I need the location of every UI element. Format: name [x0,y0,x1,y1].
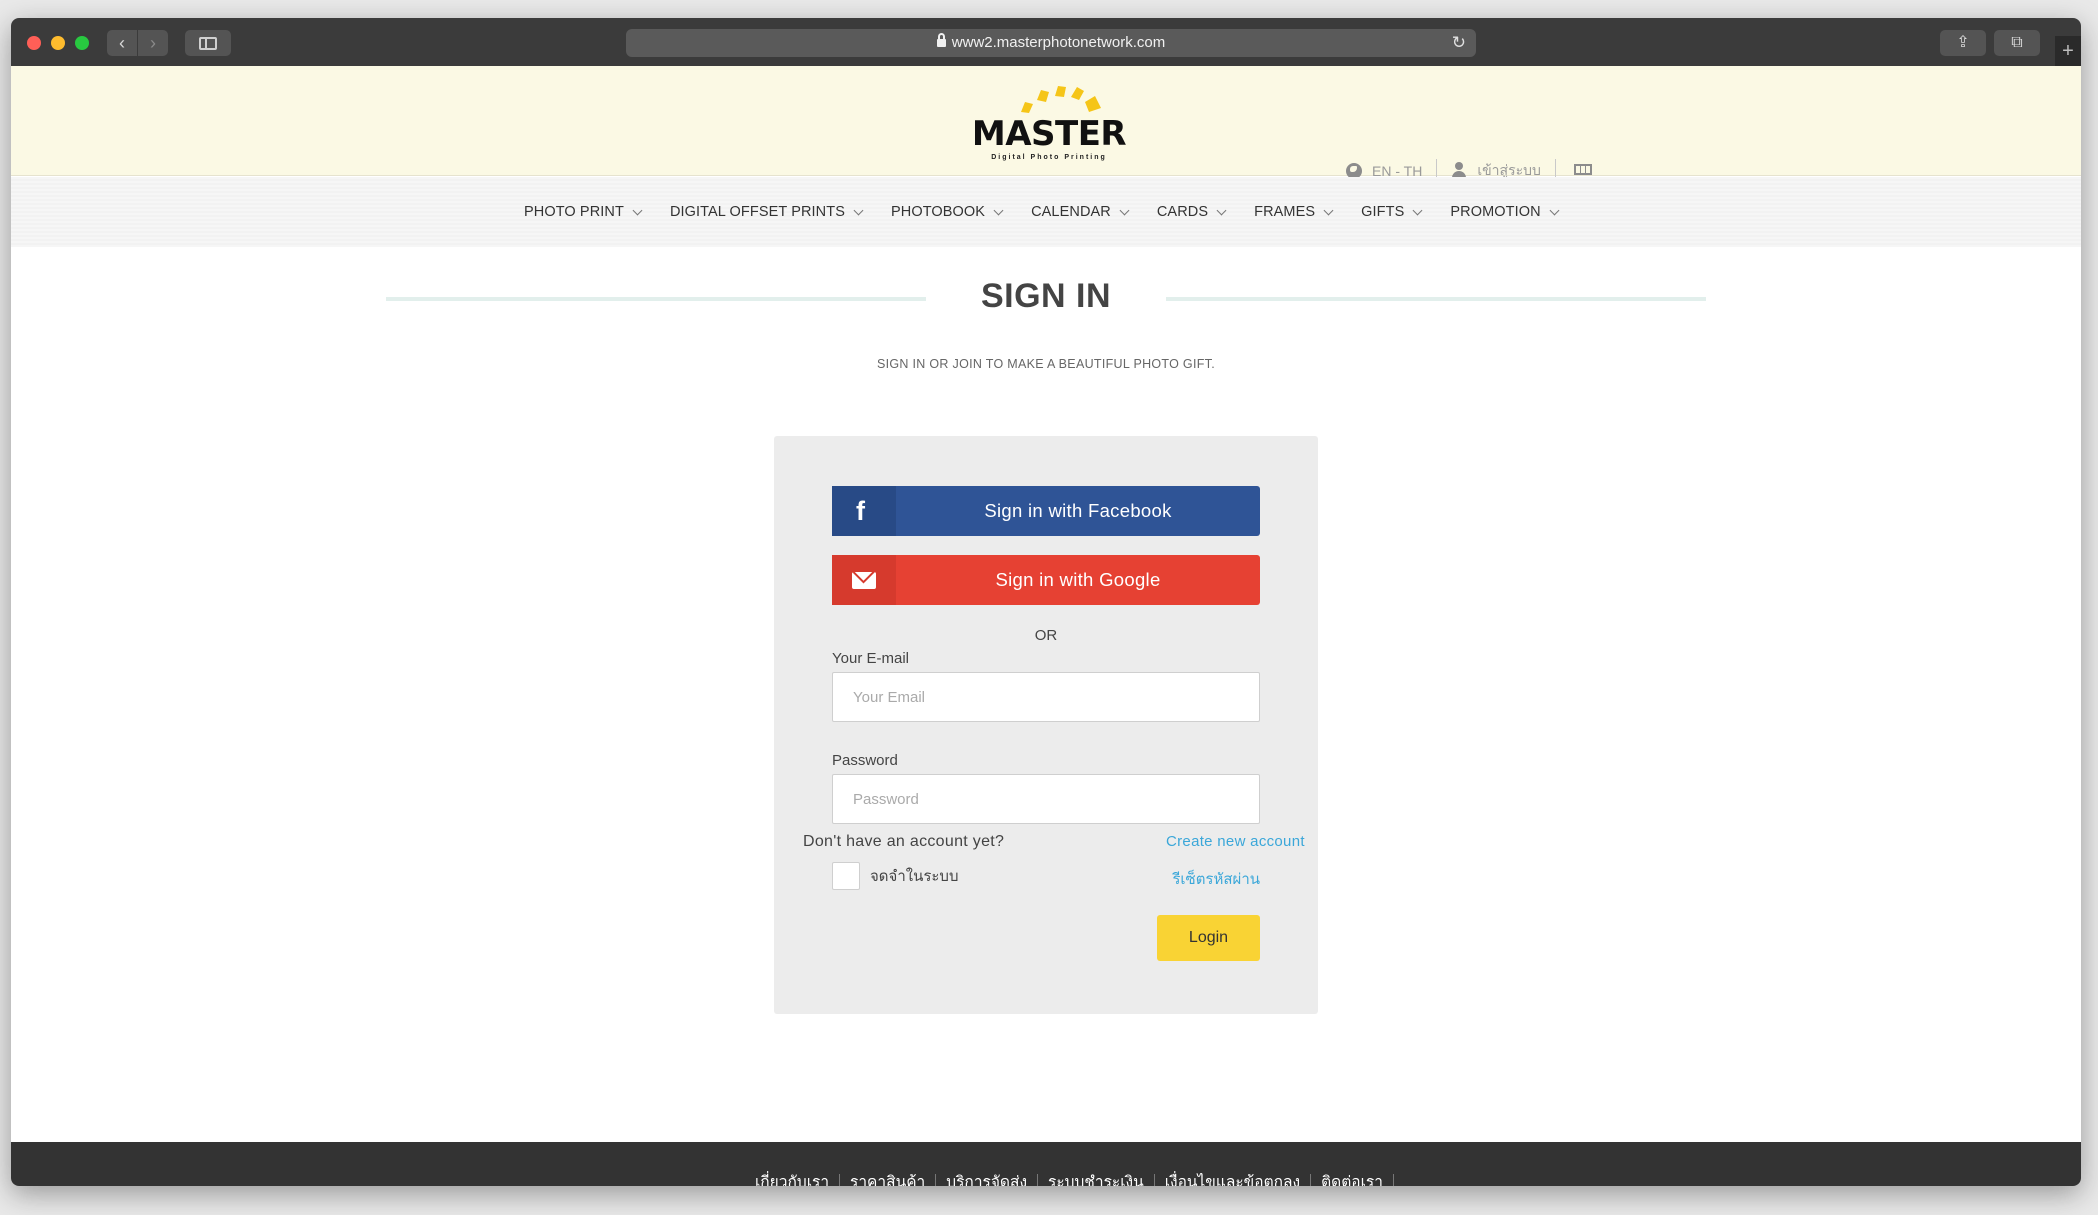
chevron-down-icon [1412,205,1423,215]
email-field[interactable] [832,672,1260,722]
google-signin-button[interactable]: Sign in with Google [832,555,1260,605]
password-label: Password [832,752,898,769]
chevron-down-icon [853,205,864,215]
browser-window: ‹ › www2.masterphotonetwork.com ↻ ⇪ ⧉ + … [11,18,2081,1186]
facebook-icon: f [856,496,865,526]
envelope-icon [852,572,876,589]
sidebar-toggle-button[interactable] [185,30,231,56]
remember-me: จดจำในระบบ [832,862,958,890]
chevron-down-icon [1216,205,1227,215]
page-subtitle: SIGN IN OR JOIN TO MAKE A BEAUTIFUL PHOT… [876,357,1215,371]
nav-item-promotion[interactable]: PROMOTION [1450,204,1560,220]
create-account-link[interactable]: Create new account [1166,833,1305,850]
nav-item-calendar[interactable]: CALENDAR [1031,204,1130,220]
signin-card: f Sign in with Facebook Sign in with Goo… [774,436,1318,1014]
email-label: Your E-mail [832,650,909,667]
page-title: SIGN IN [980,277,1112,315]
footer-link-shipping[interactable]: บริการจัดส่ง [936,1174,1039,1186]
address-bar[interactable]: www2.masterphotonetwork.com ↻ [626,29,1476,57]
facebook-icon-box: f [832,486,896,536]
nav-item-digital-offset-prints[interactable]: DIGITAL OFFSET PRINTS [669,204,864,220]
footer-link-terms[interactable]: เงื่อนไขและข้อตกลง [1155,1174,1312,1186]
remember-checkbox[interactable] [832,862,860,890]
or-separator: OR [1034,627,1058,644]
site-footer: เกี่ยวกับเรา ราคาสินค้า บริการจัดส่ง ระบ… [11,1142,2081,1186]
nav-label: CARDS [1156,204,1209,220]
facebook-signin-button[interactable]: f Sign in with Facebook [832,486,1260,536]
facebook-signin-label: Sign in with Facebook [984,500,1172,521]
forward-button[interactable]: › [138,30,168,56]
google-signin-label: Sign in with Google [995,569,1161,590]
back-button[interactable]: ‹ [107,30,137,56]
nav-item-cards[interactable]: CARDS [1156,204,1227,220]
chevron-down-icon [1119,205,1130,215]
nav-item-frames[interactable]: FRAMES [1254,204,1334,220]
remember-label: จดจำในระบบ [870,868,959,885]
title-divider-right [1166,297,1706,301]
share-button[interactable]: ⇪ [1940,30,1986,56]
tab-overview-button[interactable]: ⧉ [1994,30,2040,56]
lock-icon [936,33,946,47]
logo-wordmark: MASTER [971,114,1127,154]
main-nav: PHOTO PRINT DIGITAL OFFSET PRINTS PHOTOB… [11,177,2081,247]
close-window-button[interactable] [27,36,41,50]
nav-label: CALENDAR [1031,204,1111,220]
signin-page: SIGN IN SIGN IN OR JOIN TO MAKE A BEAUTI… [11,247,2081,1142]
master-logo[interactable]: MASTER Digital Photo Printing [969,78,1129,168]
reset-password-link[interactable]: รีเซ็ตรหัสผ่าน [1149,867,1260,891]
logo-tagline: Digital Photo Printing [991,154,1107,161]
chevron-down-icon [1323,205,1334,215]
logo-sunburst-icon [1021,86,1101,113]
reload-icon[interactable]: ↻ [1452,29,1466,57]
browser-toolbar: ‹ › www2.masterphotonetwork.com ↻ ⇪ ⧉ + [11,18,2081,66]
password-field[interactable] [832,774,1260,824]
chevron-down-icon [632,205,643,215]
login-button[interactable]: Login [1157,915,1260,961]
nav-label: PHOTOBOOK [890,204,986,220]
zoom-window-button[interactable] [75,36,89,50]
nav-label: PHOTO PRINT [524,204,624,220]
nav-label: FRAMES [1254,204,1316,220]
minimize-window-button[interactable] [51,36,65,50]
nav-item-gifts[interactable]: GIFTS [1361,204,1423,220]
nav-label: GIFTS [1361,204,1405,220]
footer-link-payment[interactable]: ระบบชำระเงิน [1038,1174,1155,1186]
google-icon-box [832,555,896,605]
no-account-text: Don't have an account yet? [803,833,1005,850]
sidebar-icon [199,37,217,50]
chevron-down-icon [1549,205,1560,215]
site-header: MASTER Digital Photo Printing EN - TH เข… [11,66,2081,183]
nav-label: DIGITAL OFFSET PRINTS [669,204,845,220]
title-divider-left [386,297,926,301]
nav-item-photo-print[interactable]: PHOTO PRINT [524,204,643,220]
nav-item-photobook[interactable]: PHOTOBOOK [890,204,1004,220]
chevron-down-icon [993,205,1004,215]
nav-label: PROMOTION [1450,204,1541,220]
footer-link-pricing[interactable]: ราคาสินค้า [840,1174,937,1186]
footer-link-contact[interactable]: ติดต่อเรา [1311,1174,1394,1186]
footer-link-about[interactable]: เกี่ยวกับเรา [745,1174,841,1186]
url-text: www2.masterphotonetwork.com [951,34,1166,51]
new-tab-button[interactable]: + [2055,36,2081,66]
